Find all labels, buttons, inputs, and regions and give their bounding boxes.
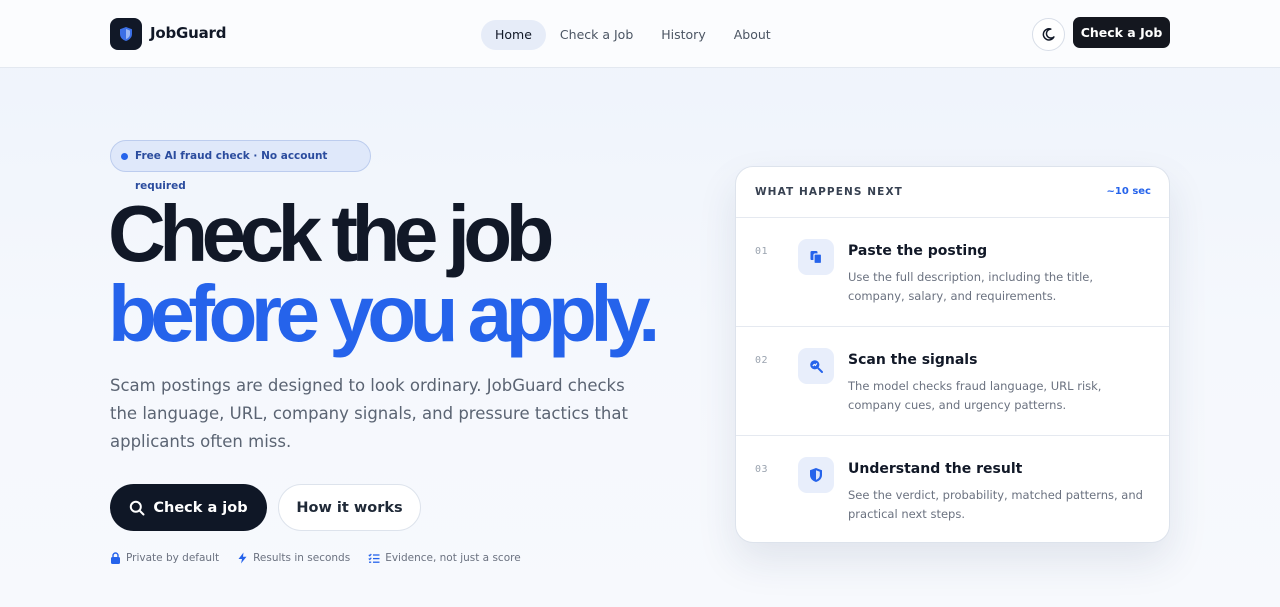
card-header: WHAT HAPPENS NEXT ~10 sec [736, 167, 1169, 218]
top-navbar: JobGuard Home Check a Job History About … [0, 0, 1280, 68]
step-number: 02 [755, 355, 769, 366]
shield-logo-icon [120, 27, 132, 41]
step-description: See the verdict, probability, matched pa… [848, 488, 1143, 521]
trust-evidence-label: Evidence, not just a score [385, 552, 521, 564]
headline-line-2: before you apply. [108, 269, 660, 358]
nav-home[interactable]: Home [481, 20, 546, 50]
moon-icon [1042, 28, 1055, 41]
nav-about[interactable]: About [720, 20, 785, 50]
free-check-badge: Free AI fraud check · No account require… [110, 140, 371, 192]
step-item: 02 Scan the signals The model checks fra… [736, 327, 1169, 436]
step-icon-box [798, 239, 834, 275]
trust-item-evidence: Evidence, not just a score [368, 552, 521, 564]
step-number: 03 [755, 464, 769, 475]
headline-line-1: Check the job [108, 189, 555, 278]
magnifier-icon [810, 360, 823, 373]
trust-indicators: Private by default Results in seconds Ev… [110, 552, 521, 564]
checklist-icon [368, 553, 380, 563]
clipboard-icon [810, 251, 823, 265]
nav-check-a-job[interactable]: Check a Job [546, 20, 647, 50]
what-happens-next-card: WHAT HAPPENS NEXT ~10 sec 01 Paste the p… [735, 166, 1170, 543]
step-item: 03 Understand the result See the verdict… [736, 436, 1169, 542]
nav-history[interactable]: History [647, 20, 719, 50]
trust-item-speed: Results in seconds [237, 552, 350, 564]
check-job-button[interactable]: Check a job [110, 484, 267, 531]
badge-text: Free AI fraud check · No account require… [135, 150, 328, 192]
card-title: WHAT HAPPENS NEXT [755, 186, 903, 198]
check-job-button-label: Check a job [153, 499, 248, 516]
step-item: 01 Paste the posting Use the full descri… [736, 218, 1169, 327]
theme-toggle-button[interactable] [1032, 18, 1065, 51]
lock-icon [111, 552, 120, 564]
step-description: The model checks fraud language, URL ris… [848, 379, 1102, 412]
step-title: Scan the signals [848, 352, 978, 368]
how-it-works-button[interactable]: How it works [278, 484, 421, 531]
card-eta: ~10 sec [1106, 186, 1151, 197]
search-icon [130, 500, 145, 515]
header-check-job-button[interactable]: Check a Job [1073, 17, 1170, 48]
bolt-icon [238, 552, 247, 564]
trust-private-label: Private by default [126, 552, 220, 564]
shield-icon [810, 468, 822, 482]
step-icon-box [798, 457, 834, 493]
step-icon-box [798, 348, 834, 384]
step-description: Use the full description, including the … [848, 270, 1093, 303]
trust-speed-label: Results in seconds [253, 552, 351, 564]
brand-name[interactable]: JobGuard [150, 24, 226, 42]
badge-dot [121, 153, 128, 160]
main-nav: Home Check a Job History About [481, 20, 785, 50]
step-title: Understand the result [848, 461, 1023, 477]
hero-subtitle: Scam postings are designed to look ordin… [110, 376, 628, 451]
step-title: Paste the posting [848, 243, 988, 259]
step-number: 01 [755, 246, 769, 257]
trust-item-private: Private by default [110, 552, 219, 564]
logo[interactable] [110, 18, 142, 50]
